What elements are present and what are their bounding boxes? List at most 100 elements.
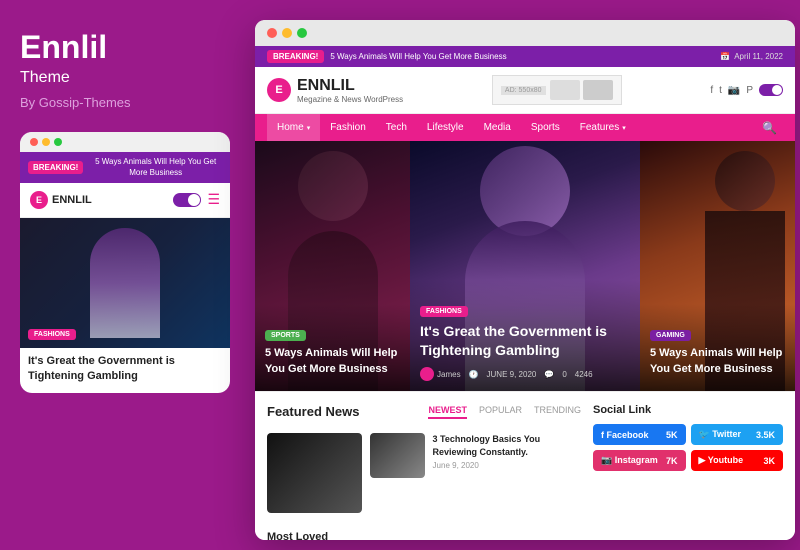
mobile-card-titlebar: [20, 132, 230, 152]
social-link-youtube[interactable]: ▶ Youtube 3K: [691, 450, 784, 471]
left-panel: Ennlil Theme By Gossip-Themes BREAKING! …: [0, 0, 250, 550]
brand-by: By Gossip-Themes: [20, 95, 230, 110]
ad-thumb-2: [583, 80, 613, 100]
nav-features-chevron: ▾: [622, 124, 626, 132]
article-comments: 0: [562, 370, 566, 379]
site-breaking-badge: BREAKING!: [267, 50, 324, 63]
article-overlay-center: FASHIONS It's Great the Government is Ti…: [410, 280, 640, 391]
social-link-title: Social Link: [593, 404, 783, 416]
tab-popular[interactable]: POPULAR: [479, 405, 522, 419]
toggle-knob: [188, 194, 200, 206]
featured-articles: 3 Technology Basics You Reviewing Consta…: [267, 433, 581, 519]
feat-date-1: June 9, 2020: [433, 461, 581, 470]
nav-item-sports[interactable]: Sports: [521, 114, 570, 141]
nav-media-label: Media: [484, 122, 511, 133]
article-badge-right: GAMING: [650, 330, 691, 341]
article-meta-center: James 🕐 JUNE 9, 2020 💬 0 4246: [420, 367, 630, 381]
author-avatar: [420, 367, 434, 381]
content-grid: SPORTS 5 Ways Animals Will Help You Get …: [255, 141, 795, 391]
nav-item-features[interactable]: Features ▾: [570, 114, 636, 141]
browser-dot-red[interactable]: [267, 28, 277, 38]
nav-item-media[interactable]: Media: [474, 114, 521, 141]
featured-section: Featured News NEWEST POPULAR TRENDING 3 …: [255, 391, 795, 531]
dark-toggle-knob: [772, 85, 782, 95]
date-text: April 11, 2022: [734, 52, 783, 61]
nav-home-label: Home: [277, 122, 304, 133]
nav-home-chevron: ▾: [307, 124, 311, 132]
social-link-twitter[interactable]: 🐦 Twitter 3.5K: [691, 424, 784, 445]
yt-count: 3K: [763, 456, 775, 466]
mobile-logo: E ENNLIL: [30, 191, 92, 209]
article-headline-left[interactable]: 5 Ways Animals Will Help You Get More Bu…: [265, 346, 400, 377]
article-views: 4246: [575, 370, 593, 379]
tab-trending[interactable]: TRENDING: [534, 405, 581, 419]
article-col-center: FASHIONS It's Great the Government is Ti…: [410, 141, 640, 391]
nav-features-label: Features: [580, 122, 619, 133]
feat-title-1[interactable]: 3 Technology Basics You Reviewing Consta…: [433, 433, 581, 458]
instagram-icon[interactable]: 📷: [728, 85, 740, 96]
nav-tech-label: Tech: [386, 122, 407, 133]
article-headline-center[interactable]: It's Great the Government is Tightening …: [420, 322, 630, 361]
mobile-logo-text: ENNLIL: [52, 194, 92, 206]
nav-item-home[interactable]: Home ▾: [267, 114, 320, 141]
social-link-facebook[interactable]: f Facebook 5K: [593, 424, 686, 445]
mobile-image-section: FASHIONS: [20, 218, 230, 348]
mobile-toggle-area: ☰: [173, 191, 220, 208]
site-ad-banner: AD: 550x80: [492, 75, 622, 105]
calendar-icon: 📅: [720, 52, 730, 61]
article-overlay-right: GAMING 5 Ways Animals Will Help You Get …: [640, 304, 795, 391]
article-headline-right[interactable]: 5 Ways Animals Will Help You Get More Bu…: [650, 346, 785, 377]
mobile-breaking-text: 5 Ways Animals Will Help You Get More Bu…: [89, 157, 222, 178]
yt-label: ▶ Youtube: [699, 455, 744, 466]
mobile-nav-bar: E ENNLIL ☰: [20, 183, 230, 218]
browser-titlebar: [255, 20, 795, 46]
nav-item-tech[interactable]: Tech: [376, 114, 417, 141]
nav-items: Home ▾ Fashion Tech Lifestyle Media Spor…: [267, 114, 636, 141]
hamburger-icon[interactable]: ☰: [207, 191, 220, 208]
nav-lifestyle-label: Lifestyle: [427, 122, 464, 133]
mobile-breaking-bar: BREAKING! 5 Ways Animals Will Help You G…: [20, 152, 230, 183]
nav-fashion-label: Fashion: [330, 122, 366, 133]
dark-mode-toggle[interactable]: [173, 193, 201, 207]
fb-count: 5K: [666, 430, 678, 440]
fb-label: f Facebook: [601, 430, 649, 440]
site-breaking-text: 5 Ways Animals Will Help You Get More Bu…: [330, 52, 506, 61]
nav-item-fashion[interactable]: Fashion: [320, 114, 376, 141]
site-header: E ENNLIL Megazine & News WordPress AD: 5…: [255, 67, 795, 114]
pinterest-icon[interactable]: P: [746, 85, 753, 96]
breaking-left: BREAKING! 5 Ways Animals Will Help You G…: [267, 50, 507, 63]
social-links-grid: f Facebook 5K 🐦 Twitter 3.5K 📷 Instagram…: [593, 424, 783, 471]
article-overlay-left: SPORTS 5 Ways Animals Will Help You Get …: [255, 304, 410, 391]
site-nav: Home ▾ Fashion Tech Lifestyle Media Spor…: [255, 114, 795, 141]
tab-newest[interactable]: NEWEST: [428, 405, 467, 419]
site-social-icons: f t 📷 P: [710, 84, 783, 96]
dot-yellow: [42, 138, 50, 146]
social-link-section: Social Link f Facebook 5K 🐦 Twitter 3.5K…: [581, 404, 783, 519]
social-link-instagram[interactable]: 📷 Instagram 7K: [593, 450, 686, 471]
site-logo-icon: E: [267, 78, 291, 102]
site-dark-toggle[interactable]: [759, 84, 783, 96]
site-logo-text-group: ENNLIL Megazine & News WordPress: [297, 77, 403, 104]
ig-label: 📷 Instagram: [601, 455, 658, 466]
dot-green: [54, 138, 62, 146]
ig-count: 7K: [666, 456, 678, 466]
feat-content-1: 3 Technology Basics You Reviewing Consta…: [433, 433, 581, 470]
browser-window: BREAKING! 5 Ways Animals Will Help You G…: [255, 20, 795, 540]
article-col-right: GAMING 5 Ways Animals Will Help You Get …: [640, 141, 795, 391]
site-date: 📅 April 11, 2022: [720, 52, 783, 61]
mobile-breaking-badge: BREAKING!: [28, 161, 83, 174]
tw-label: 🐦 Twitter: [699, 429, 742, 440]
tw-count: 3.5K: [756, 430, 775, 440]
browser-dot-green[interactable]: [297, 28, 307, 38]
facebook-icon[interactable]: f: [710, 85, 713, 96]
comment-icon: 💬: [544, 370, 554, 379]
twitter-icon[interactable]: t: [719, 85, 722, 96]
nav-item-lifestyle[interactable]: Lifestyle: [417, 114, 474, 141]
featured-tabs: NEWEST POPULAR TRENDING: [428, 405, 581, 419]
figure-head-left: [298, 151, 368, 221]
search-icon[interactable]: 🔍: [756, 115, 783, 141]
feat-large-thumb: [267, 433, 362, 513]
feat-thumb-1: [370, 433, 425, 478]
article-col-left: SPORTS 5 Ways Animals Will Help You Get …: [255, 141, 410, 391]
browser-dot-yellow[interactable]: [282, 28, 292, 38]
